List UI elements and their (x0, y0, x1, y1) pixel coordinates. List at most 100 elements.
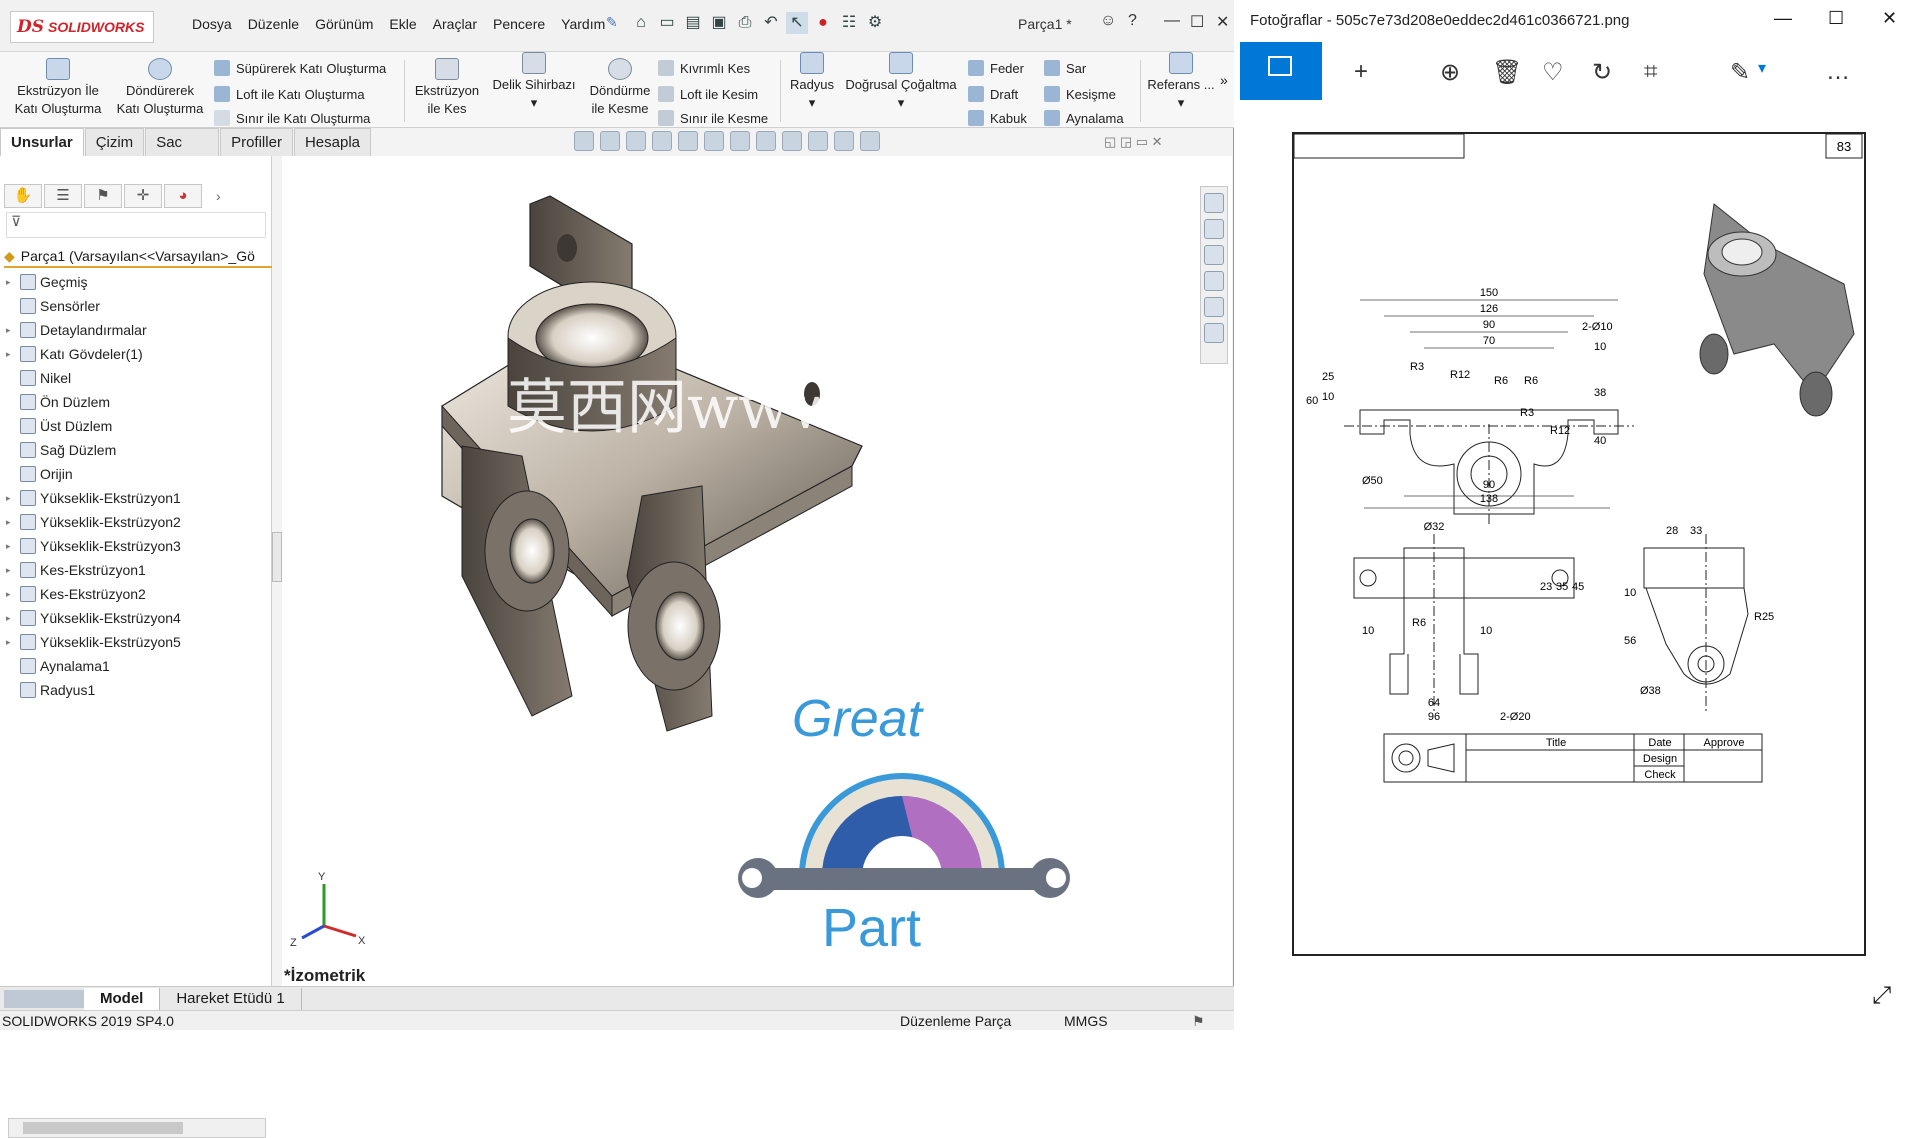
tab-sketch[interactable]: Çizim (84, 128, 145, 156)
new-document-icon[interactable]: ▭ (656, 12, 678, 34)
expand-arrow-icon[interactable]: ▸ (6, 541, 16, 552)
menu-view[interactable]: Görünüm (307, 16, 381, 32)
linear-pattern-dropdown-icon[interactable]: ▾ (842, 94, 960, 112)
hide-show-icon[interactable] (756, 131, 776, 151)
expand-arrow-icon[interactable]: ▸ (6, 565, 16, 576)
edit-icon[interactable]: ✎ (1730, 58, 1750, 87)
status-units[interactable]: MMGS (1064, 1013, 1108, 1029)
file-explorer-icon[interactable] (1204, 245, 1224, 265)
tree-item[interactable]: ▸ Kes-Ekstrüzyon1 (0, 558, 272, 582)
print-icon[interactable]: ⎙ (734, 12, 756, 34)
property-manager-tab-icon[interactable]: ☰ (44, 184, 82, 208)
menu-window[interactable]: Pencere (485, 16, 553, 32)
tree-item[interactable]: Ön Düzlem (0, 390, 272, 414)
favorite-icon[interactable]: ♡ (1542, 58, 1564, 87)
section-view-icon[interactable] (678, 131, 698, 151)
user-icon[interactable]: ☺ (1100, 12, 1116, 30)
menu-insert[interactable]: Ekle (381, 16, 424, 32)
view-palette-icon[interactable] (1204, 271, 1224, 291)
monitor-icon[interactable] (860, 131, 880, 151)
tab-model[interactable]: Model (84, 987, 161, 1010)
tab-evaluate[interactable]: Hesapla (293, 128, 371, 156)
pin-icon[interactable]: ✎ (606, 14, 618, 31)
resources-home-icon[interactable] (1204, 193, 1224, 213)
tree-item[interactable]: ▸ Yükseklik-Ekstrüzyon5 (0, 630, 272, 654)
menu-file[interactable]: Dosya (184, 16, 240, 32)
scrollbar-thumb[interactable] (23, 1122, 183, 1134)
tab-motion-study[interactable]: Hareket Etüdü 1 (160, 987, 302, 1010)
menu-help[interactable]: Yardım (553, 16, 613, 32)
display-manager-tab-icon[interactable]: ◕ (164, 184, 202, 208)
scene-icon[interactable] (808, 131, 828, 151)
boundary-cut-button[interactable]: Sınır ile Kesme (658, 110, 768, 126)
options-gear-icon[interactable]: ⚙ (864, 12, 886, 34)
boundary-boss-button[interactable]: Sınır ile Katı Oluşturma (214, 110, 370, 126)
file-properties-icon[interactable]: ☷ (838, 12, 860, 34)
edit-dropdown-icon[interactable]: ▾ (1758, 58, 1766, 78)
maximize-icon[interactable]: ☐ (1190, 12, 1204, 32)
tree-item[interactable]: Nikel (0, 366, 272, 390)
custom-properties-icon[interactable] (1204, 323, 1224, 343)
zoom-to-fit-icon[interactable] (600, 131, 620, 151)
tab-profiles[interactable]: Profiller (220, 128, 293, 156)
expand-arrow-icon[interactable]: ▸ (6, 493, 16, 504)
photos-minimize-icon[interactable]: — (1774, 8, 1792, 29)
menu-tools[interactable]: Araçlar (425, 16, 485, 32)
draft-button[interactable]: Draft (968, 86, 1018, 102)
design-library-icon[interactable] (1204, 219, 1224, 239)
tab-sheet-metal[interactable]: Sac Levha (145, 128, 220, 179)
tree-item[interactable]: ▸ Yükseklik-Ekstrüzyon1 (0, 486, 272, 510)
appearance-icon[interactable] (782, 131, 802, 151)
tree-item[interactable]: Sağ Düzlem (0, 438, 272, 462)
see-all-photos-button[interactable] (1240, 42, 1322, 100)
tree-item[interactable]: ▸ Detaylandırmalar (0, 318, 272, 342)
panel-splitter-handle[interactable] (272, 532, 282, 582)
tree-item[interactable]: Aynalama1 (0, 654, 272, 678)
tree-item[interactable]: ▸ Geçmiş (0, 270, 272, 294)
expand-arrow-icon[interactable]: ▸ (6, 613, 16, 624)
intersect-button[interactable]: Kesişme (1044, 86, 1116, 102)
wrap-button[interactable]: Sar (1044, 60, 1086, 76)
tree-root-part[interactable]: ◆ Parça1 (Varsayılan<<Varsayılan>_Gö (4, 246, 272, 268)
expand-arrow-icon[interactable]: ▸ (6, 517, 16, 528)
tab-nav-arrows[interactable] (4, 989, 84, 1008)
feature-tree-tab-icon[interactable]: ✋ (4, 184, 42, 208)
viewport-window-controls[interactable]: ◱ ◲ ▭ ✕ (1104, 134, 1163, 150)
undo-icon[interactable]: ↶ (760, 12, 782, 34)
view-settings-icon[interactable] (834, 131, 854, 151)
fullscreen-icon[interactable]: ⤢ (1872, 982, 1891, 1010)
tree-horizontal-scrollbar[interactable] (8, 1118, 266, 1138)
more-options-icon[interactable]: … (1826, 58, 1850, 86)
select-icon[interactable]: ↖ (786, 12, 808, 34)
display-style-icon[interactable] (730, 131, 750, 151)
reference-dropdown-icon[interactable]: ▾ (1146, 94, 1216, 112)
home-icon[interactable]: ⌂ (630, 12, 652, 34)
tree-item[interactable]: Üst Düzlem (0, 414, 272, 438)
tree-filter-input[interactable]: ⊽ (6, 212, 266, 238)
shell-button[interactable]: Kabuk (968, 110, 1027, 126)
graphics-area[interactable]: 莫西网www.3d Great Part Y X Z (282, 156, 1232, 986)
fillet-button[interactable]: Radyus ▾ (784, 52, 840, 112)
zoom-area-icon[interactable] (626, 131, 646, 151)
appearances-icon[interactable] (1204, 297, 1224, 317)
tree-item[interactable]: ▸ Kes-Ekstrüzyon2 (0, 582, 272, 606)
extrude-boss-button[interactable]: Ekstrüzyon İle Katı Oluşturma (8, 58, 108, 118)
hole-wizard-button[interactable]: Delik Sihirbazı ▾ (488, 52, 580, 112)
photos-close-icon[interactable]: ✕ (1882, 8, 1897, 29)
rebuild-icon[interactable]: ● (812, 12, 834, 34)
close-icon[interactable]: ✕ (1216, 12, 1229, 32)
loft-boss-button[interactable]: Loft ile Katı Oluşturma (214, 86, 365, 102)
bracket-3d-model[interactable] (441, 195, 863, 732)
rotate-icon[interactable]: ↻ (1592, 58, 1612, 87)
solidworks-logo[interactable]: DS SOLIDWORKS (10, 11, 154, 43)
ribbon-overflow-icon[interactable]: » (1220, 72, 1228, 88)
configuration-tab-icon[interactable]: ⚑ (84, 184, 122, 208)
help-icon[interactable]: ? (1128, 12, 1137, 30)
zoom-icon[interactable]: ⊕ (1440, 58, 1460, 87)
tab-features[interactable]: Unsurlar (0, 128, 84, 156)
tree-item[interactable]: Orijin (0, 462, 272, 486)
tree-item[interactable]: Radyus1 (0, 678, 272, 702)
sweep-boss-button[interactable]: Süpürerek Katı Oluşturma (214, 60, 386, 76)
tree-item[interactable]: ▸ Katı Gövdeler(1) (0, 342, 272, 366)
expand-arrow-icon[interactable]: ▸ (6, 277, 16, 288)
